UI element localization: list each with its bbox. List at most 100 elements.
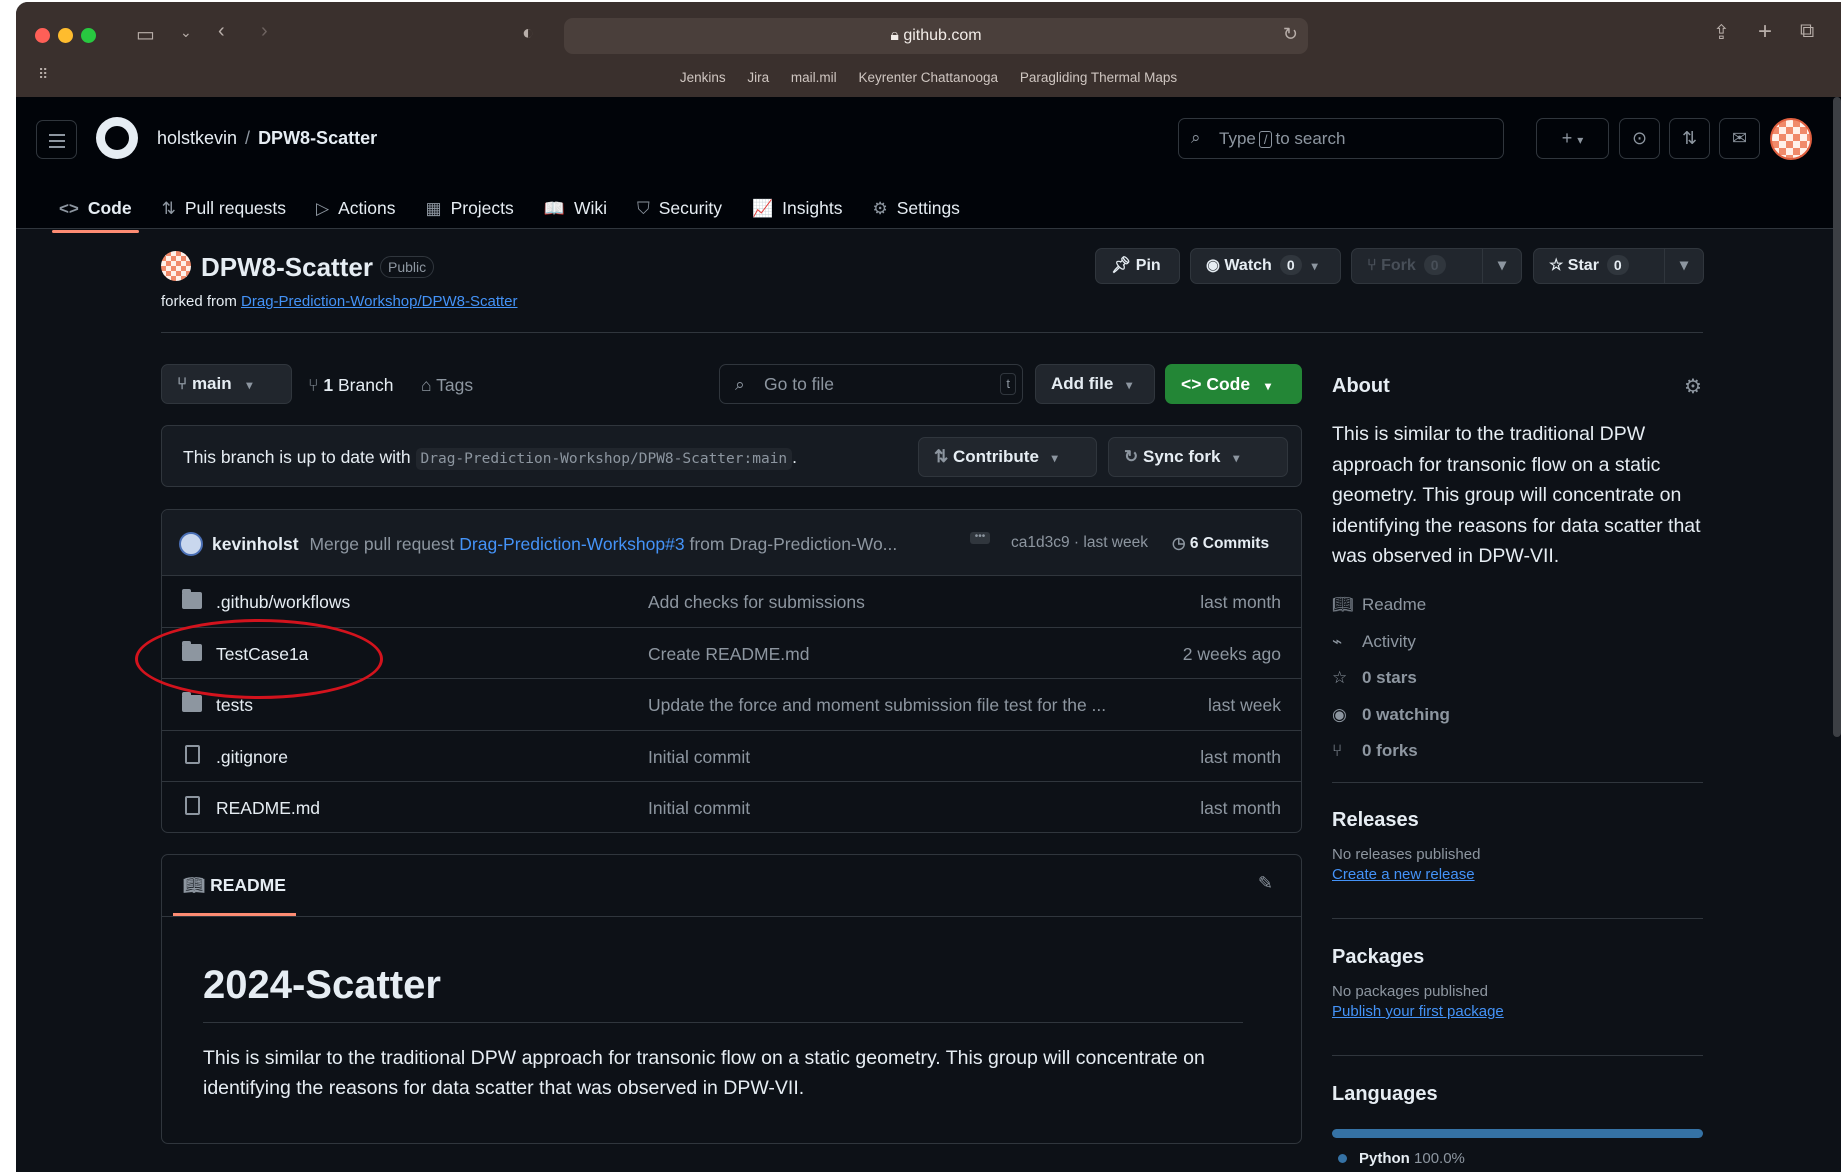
- back-arrow-icon[interactable]: ‹: [218, 20, 225, 43]
- pull-requests-button[interactable]: ⇅: [1669, 118, 1710, 159]
- commit-author[interactable]: kevinholst: [212, 534, 299, 554]
- sidebar-toggle-icon[interactable]: ▭: [136, 22, 155, 47]
- ellipsis-icon[interactable]: •••: [970, 532, 990, 544]
- tab-actions[interactable]: ▷ Actions: [301, 188, 410, 229]
- readme-panel: 📖︎ README ✎ 2024-Scatter This is similar…: [161, 854, 1302, 1144]
- bookmark-item[interactable]: Jenkins: [680, 70, 726, 85]
- tab-code[interactable]: <> Code: [44, 188, 147, 233]
- file-name[interactable]: .gitignore: [216, 747, 288, 768]
- author-avatar[interactable]: [179, 532, 203, 556]
- pencil-icon[interactable]: ✎: [1258, 873, 1273, 894]
- reload-icon[interactable]: ↻: [1283, 24, 1298, 45]
- tab-insights[interactable]: 📈 Insights: [737, 188, 857, 229]
- commit-date: 2 weeks ago: [1182, 643, 1281, 664]
- issues-button[interactable]: ⊙: [1619, 118, 1660, 159]
- zoom-window-button[interactable]: [81, 28, 96, 43]
- stars-link[interactable]: ☆ 0 stars: [1332, 668, 1417, 688]
- user-avatar[interactable]: [1770, 118, 1812, 160]
- share-icon[interactable]: ⇪: [1713, 20, 1730, 45]
- commit-message[interactable]: Initial commit: [648, 747, 1138, 768]
- scrollbar[interactable]: [1833, 97, 1841, 737]
- file-name[interactable]: README.md: [216, 798, 320, 819]
- minimize-window-button[interactable]: [58, 28, 73, 43]
- packages-title[interactable]: Packages: [1332, 946, 1504, 969]
- bookmark-item[interactable]: mail.mil: [791, 70, 837, 85]
- code-button[interactable]: <> Code ▾: [1165, 364, 1302, 404]
- bookmark-item[interactable]: Keyrenter Chattanooga: [858, 70, 998, 85]
- table-row[interactable]: .github/workflows Add checks for submiss…: [162, 576, 1301, 628]
- owner-link[interactable]: holstkevin: [157, 128, 237, 148]
- inbox-button[interactable]: ✉: [1719, 118, 1760, 159]
- language-item[interactable]: Python 100.0%: [1338, 1150, 1465, 1167]
- table-icon: ▦: [425, 198, 442, 218]
- chevron-down-icon[interactable]: ⌄: [180, 24, 192, 41]
- table-row[interactable]: .gitignore Initial commit last month: [162, 731, 1301, 782]
- tab-pull-requests[interactable]: ⇅ Pull requests: [147, 188, 301, 229]
- file-name[interactable]: .github/workflows: [216, 592, 350, 613]
- pin-button[interactable]: 📌︎ Pin: [1095, 248, 1180, 284]
- star-caret-icon[interactable]: ▾: [1664, 249, 1703, 283]
- branches-link[interactable]: ⑂ 1 Branch: [308, 375, 393, 396]
- forked-from-link[interactable]: Drag-Prediction-Workshop/DPW8-Scatter: [241, 293, 517, 310]
- pr-link[interactable]: Drag-Prediction-Workshop#3: [459, 534, 684, 554]
- commits-link[interactable]: ◷ 6 Commits: [1172, 534, 1269, 553]
- star-button[interactable]: ☆ Star 0 ▾: [1533, 248, 1704, 284]
- tab-settings[interactable]: ⚙ Settings: [857, 188, 974, 229]
- create-release-link[interactable]: Create a new release: [1332, 866, 1480, 883]
- go-to-file-input[interactable]: ⌕ Go to file t: [719, 364, 1023, 404]
- releases-title[interactable]: Releases: [1332, 809, 1480, 832]
- repo-link[interactable]: DPW8-Scatter: [258, 128, 377, 148]
- readme-link[interactable]: 📖︎ Readme: [1332, 595, 1426, 615]
- branch-select[interactable]: ⑂ main ▾: [161, 364, 292, 404]
- close-window-button[interactable]: [35, 28, 50, 43]
- activity-link[interactable]: ⌁ Activity: [1332, 632, 1416, 652]
- issue-icon: ⊙: [1631, 128, 1648, 148]
- tab-projects[interactable]: ▦ Projects: [411, 188, 529, 229]
- tab-overview-icon[interactable]: ⧉: [1800, 20, 1814, 43]
- commit-message[interactable]: Update the force and moment submission f…: [648, 695, 1138, 716]
- divider: [1332, 1055, 1703, 1056]
- graph-icon: 📈: [751, 198, 774, 218]
- forks-link[interactable]: ⑂ 0 forks: [1332, 741, 1418, 761]
- watch-button[interactable]: ◉ Watch 0 ▾: [1190, 248, 1341, 284]
- caret-down-icon: ▾: [246, 378, 253, 392]
- sync-fork-button[interactable]: ↻ Sync fork ▾: [1108, 437, 1288, 477]
- bookmark-item[interactable]: Paragliding Thermal Maps: [1020, 70, 1177, 85]
- pull-request-icon: ⇅: [161, 198, 176, 218]
- packages-section: Packages No packages published Publish y…: [1332, 946, 1504, 1020]
- forward-arrow-icon[interactable]: ›: [261, 20, 268, 43]
- visibility-badge: Public: [380, 256, 435, 278]
- releases-section: Releases No releases published Create a …: [1332, 809, 1480, 883]
- star-icon: ☆: [1332, 668, 1348, 687]
- commit-hash-time[interactable]: ca1d3c9 · last week: [1011, 534, 1148, 552]
- create-new-button[interactable]: + ▾: [1536, 118, 1609, 159]
- tab-wiki[interactable]: 📖 Wiki: [529, 188, 622, 229]
- tags-link[interactable]: ⌂ Tags: [421, 375, 473, 396]
- language-dot: [1338, 1154, 1347, 1163]
- repo-title[interactable]: DPW8-Scatter: [201, 252, 373, 283]
- commit-message[interactable]: Initial commit: [648, 798, 1138, 819]
- commit-message[interactable]: Create README.md: [648, 644, 1138, 665]
- readme-tab[interactable]: 📖︎ README: [173, 875, 296, 916]
- commit-message[interactable]: Add checks for submissions: [648, 592, 1138, 613]
- add-file-button[interactable]: Add file ▾: [1035, 364, 1155, 404]
- github-logo-icon[interactable]: [96, 117, 138, 159]
- tab-security[interactable]: ⛉ Security: [622, 188, 737, 229]
- menu-button[interactable]: [36, 120, 77, 159]
- watching-link[interactable]: ◉ 0 watching: [1332, 705, 1450, 725]
- publish-package-link[interactable]: Publish your first package: [1332, 1003, 1504, 1020]
- privacy-shield-icon[interactable]: ◐: [522, 22, 534, 45]
- fork-caret-icon[interactable]: ▾: [1482, 249, 1521, 283]
- table-row[interactable]: README.md Initial commit last month: [162, 782, 1301, 832]
- new-tab-icon[interactable]: +: [1758, 18, 1772, 46]
- browser-window: ▭ ⌄ ‹ › ◐ 🔒︎ github.com ↻ ⇪ + ⧉ ⠿ Jenkin…: [16, 2, 1841, 1172]
- gear-icon[interactable]: ⚙: [1684, 374, 1702, 399]
- book-icon: 📖: [543, 198, 565, 218]
- repo-owner-avatar[interactable]: [161, 251, 191, 281]
- bookmark-item[interactable]: Jira: [747, 70, 769, 85]
- search-input[interactable]: ⌕ Type / to search: [1178, 118, 1504, 159]
- address-bar[interactable]: 🔒︎ github.com ↻: [564, 18, 1308, 54]
- readme-body: This is similar to the traditional DPW a…: [203, 1047, 1205, 1099]
- contribute-button[interactable]: ⇅ Contribute ▾: [918, 437, 1097, 477]
- releases-empty: No releases published: [1332, 846, 1481, 863]
